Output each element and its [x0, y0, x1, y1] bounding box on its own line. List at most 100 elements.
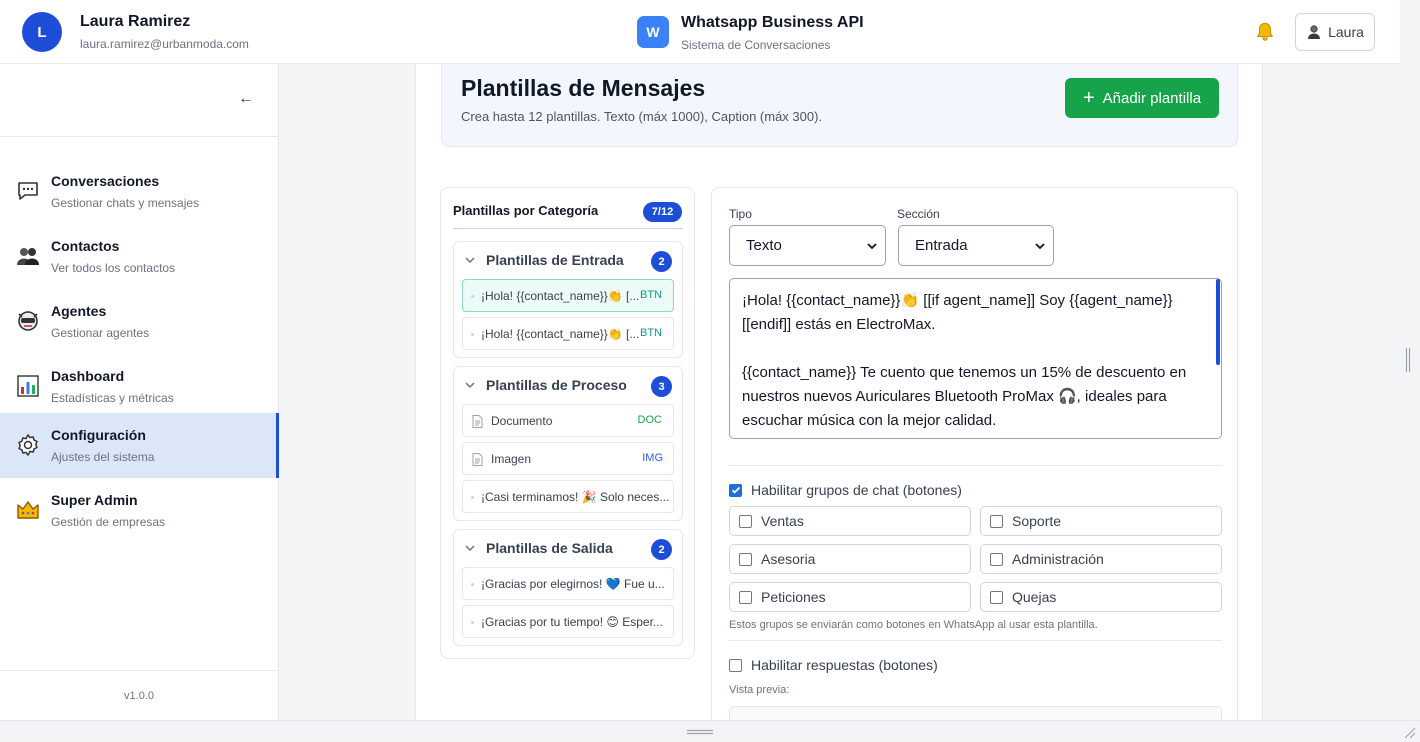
templates-by-category-panel: Plantillas por Categoría 7/12 Plantillas… [440, 187, 695, 659]
sidebar-item-subtitle: Gestionar chats y mensajes [51, 196, 200, 210]
template-item[interactable]: ¡Casi terminamos! 🎉 Solo neces... [462, 480, 674, 513]
enable-groups-toggle[interactable]: Habilitar grupos de chat (botones) [729, 482, 962, 498]
template-tag: IMG [642, 452, 663, 464]
type-label: Tipo [729, 207, 752, 221]
template-preview: ¡Casi terminamos! 🎉 Solo neces... [481, 490, 670, 504]
message-text: ¡Hola! {{contact_name}}👏 [[if agent_name… [742, 292, 1187, 429]
sidebar-item-subtitle: Gestión de empresas [51, 515, 166, 529]
enable-replies-toggle[interactable]: Habilitar respuestas (botones) [729, 657, 938, 673]
section-label: Sección [897, 207, 940, 221]
document-icon [472, 453, 483, 466]
message-textarea[interactable]: ¡Hola! {{contact_name}}👏 [[if agent_name… [729, 278, 1222, 439]
bell-icon[interactable] [1254, 21, 1276, 43]
user-menu-button[interactable]: Laura [1295, 13, 1375, 51]
group-option-label: Administración [1012, 551, 1104, 567]
sidebar-item-conversaciones[interactable]: Conversaciones Gestionar chats y mensaje… [0, 159, 278, 224]
bullet-icon [471, 496, 474, 499]
sidebar-item-subtitle: Gestionar agentes [51, 326, 150, 340]
template-editor: Tipo Texto Sección Entrada ¡Hola! {{cont… [711, 187, 1238, 728]
category-title: Plantillas de Salida [486, 540, 613, 556]
textarea-scrollbar[interactable] [1216, 279, 1220, 365]
enable-groups-label: Habilitar grupos de chat (botones) [751, 482, 962, 498]
group-option-administracion[interactable]: Administración [980, 544, 1222, 574]
template-item[interactable]: Documento DOC [462, 404, 674, 437]
resize-handle-icon[interactable] [687, 729, 713, 735]
template-item[interactable]: ¡Gracias por elegirnos! 💙 Fue u... [462, 567, 674, 600]
type-select[interactable]: Texto [729, 225, 886, 266]
group-checkbox[interactable] [990, 514, 1003, 528]
corner-resize-icon[interactable] [1402, 725, 1416, 739]
sidebar-item-title: Conversaciones [51, 173, 160, 189]
divider [729, 640, 1222, 641]
user-email: laura.ramirez@urbanmoda.com [80, 37, 249, 51]
template-item[interactable]: Imagen IMG [462, 442, 674, 475]
group-checkbox[interactable] [739, 552, 752, 566]
sidebar-item-subtitle: Ver todos los contactos [51, 261, 176, 275]
agent-icon [16, 309, 40, 333]
window-bottom-bar [0, 720, 1420, 742]
group-option-ventas[interactable]: Ventas [729, 506, 971, 536]
sidebar-item-dashboard[interactable]: Dashboard Estadísticas y métricas [0, 354, 278, 419]
gear-icon [16, 433, 40, 457]
app-version: v1.0.0 [124, 690, 154, 702]
top-bar: L Laura Ramirez laura.ramirez@urbanmoda.… [0, 0, 1400, 64]
resize-handle-icon[interactable] [1405, 348, 1411, 372]
add-template-button[interactable]: + Añadir plantilla [1065, 78, 1219, 118]
group-option-soporte[interactable]: Soporte [980, 506, 1222, 536]
group-option-label: Asesoria [761, 551, 816, 567]
group-checkbox[interactable] [739, 590, 752, 604]
group-option-quejas[interactable]: Quejas [980, 582, 1222, 612]
crown-icon [16, 498, 40, 522]
app-subtitle: Sistema de Conversaciones [681, 38, 831, 52]
sidebar-item-configuracion[interactable]: Configuración Ajustes del sistema [0, 413, 279, 478]
category-group-salida: Plantillas de Salida 2 ¡Gracias por eleg… [453, 529, 683, 646]
template-preview: ¡Gracias por tu tiempo! 😊 Esper... [481, 615, 663, 629]
template-item[interactable]: ¡Hola! {{contact_name}}👏 [... BTN [462, 279, 674, 312]
enable-replies-checkbox[interactable] [729, 658, 742, 672]
chevron-down-icon [867, 243, 877, 250]
group-option-asesoria[interactable]: Asesoria [729, 544, 971, 574]
enable-replies-label: Habilitar respuestas (botones) [751, 657, 938, 673]
bullet-icon [471, 583, 474, 586]
section-select[interactable]: Entrada [898, 225, 1054, 266]
chart-icon [16, 374, 40, 398]
template-preview: ¡Hola! {{contact_name}}👏 [... [481, 327, 640, 341]
sidebar-item-super-admin[interactable]: Super Admin Gestión de empresas [0, 478, 278, 543]
group-option-peticiones[interactable]: Peticiones [729, 582, 971, 612]
chevron-down-icon[interactable] [464, 379, 476, 391]
page-subtitle: Crea hasta 12 plantillas. Texto (máx 100… [461, 109, 823, 124]
template-preview: Imagen [491, 452, 532, 466]
plus-icon: + [1082, 87, 1095, 109]
chat-icon [16, 179, 40, 203]
user-icon [1308, 25, 1321, 39]
avatar[interactable]: L [22, 12, 62, 52]
template-preview: ¡Gracias por elegirnos! 💙 Fue u... [481, 577, 665, 591]
bullet-icon [471, 295, 474, 298]
sidebar-footer: v1.0.0 [0, 670, 278, 720]
preview-label: Vista previa: [729, 684, 790, 696]
groups-hint: Estos grupos se enviarán como botones en… [729, 619, 1098, 631]
bullet-icon [471, 621, 474, 624]
sidebar-item-title: Configuración [51, 427, 146, 443]
group-checkbox[interactable] [990, 552, 1003, 566]
template-item[interactable]: ¡Gracias por tu tiempo! 😊 Esper... [462, 605, 674, 638]
sidebar-item-title: Contactos [51, 238, 120, 254]
app-title: Whatsapp Business API [681, 14, 864, 31]
group-checkbox[interactable] [739, 514, 752, 528]
enable-groups-checkbox[interactable] [729, 483, 742, 497]
template-item[interactable]: ¡Hola! {{contact_name}}👏 [... BTN [462, 317, 674, 350]
collapse-sidebar-button[interactable]: ← [238, 90, 254, 108]
user-name: Laura Ramirez [80, 13, 191, 30]
app-logo: W [637, 16, 669, 48]
group-checkbox[interactable] [990, 590, 1003, 604]
group-option-label: Soporte [1012, 513, 1062, 529]
sidebar-header: ← [0, 64, 278, 137]
type-select-value: Texto [746, 237, 782, 254]
sidebar-item-agentes[interactable]: Agentes Gestionar agentes [0, 289, 278, 354]
chevron-down-icon[interactable] [464, 254, 476, 266]
chevron-down-icon [1035, 243, 1045, 250]
sidebar-item-contactos[interactable]: Contactos Ver todos los contactos [0, 224, 278, 289]
people-icon [16, 244, 40, 268]
chevron-down-icon[interactable] [464, 542, 476, 554]
category-group-proceso: Plantillas de Proceso 3 Documento DOC Im… [453, 366, 683, 521]
